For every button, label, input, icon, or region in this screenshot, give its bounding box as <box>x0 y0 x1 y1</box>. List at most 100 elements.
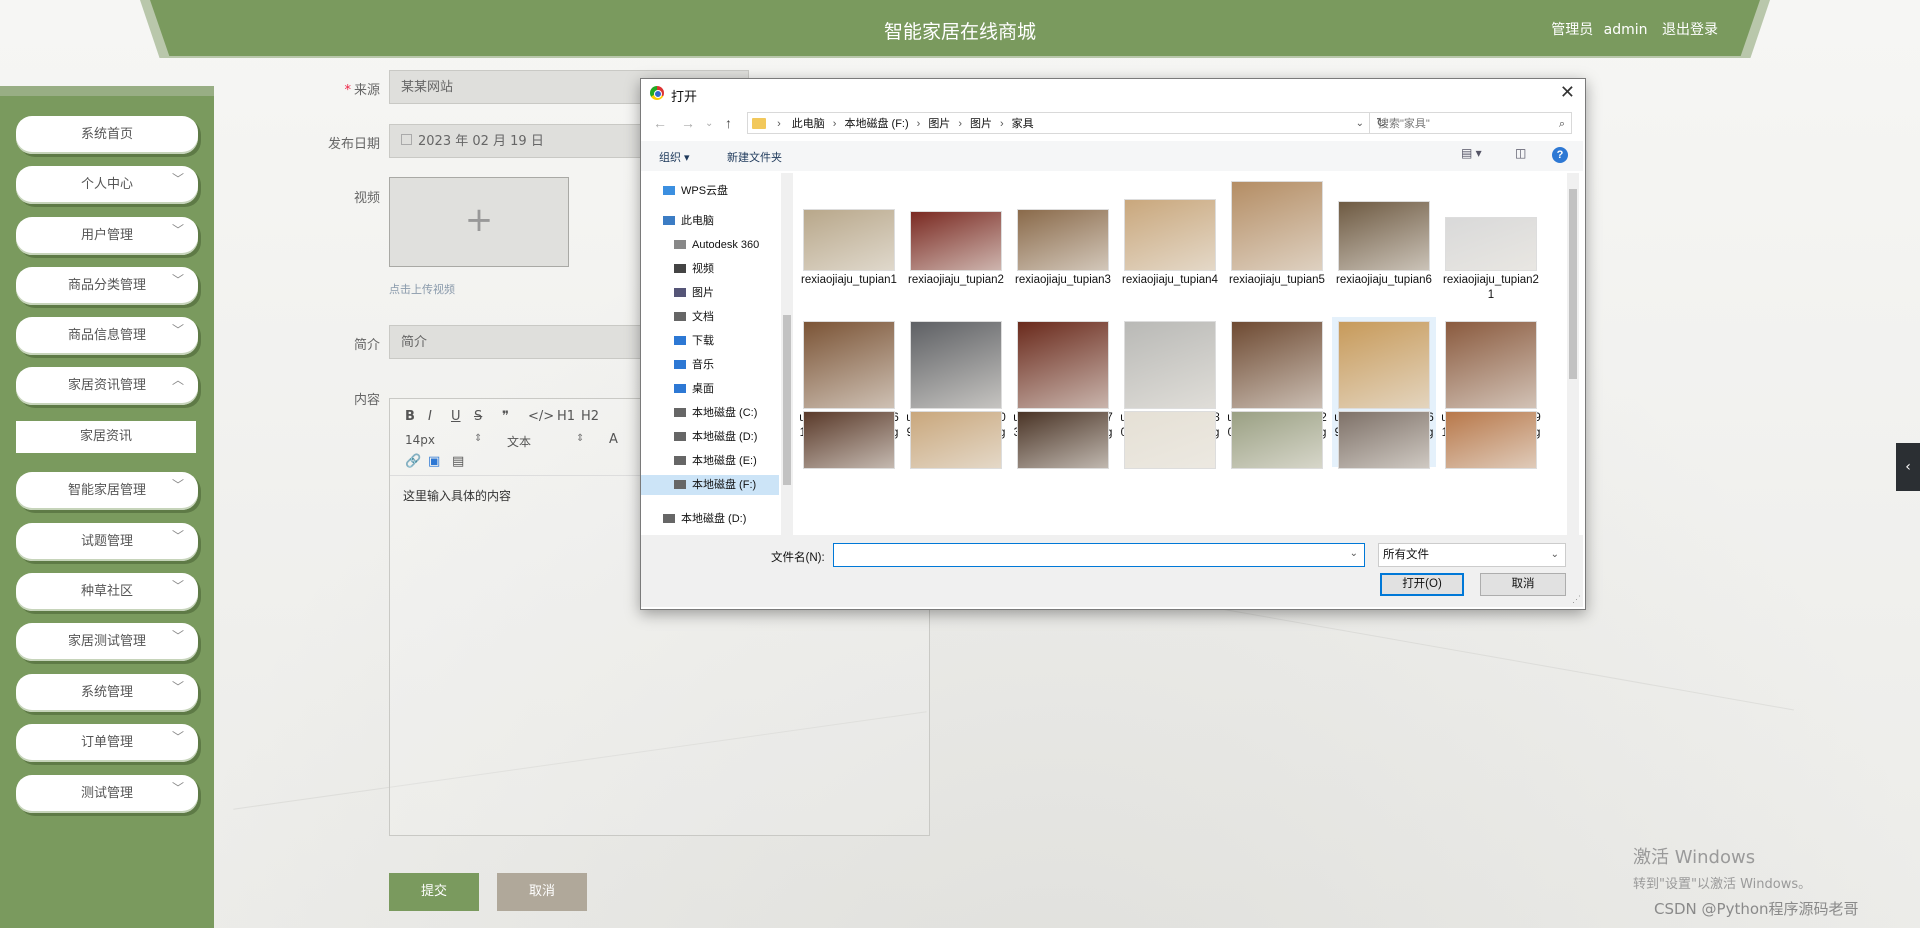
video-upload-box[interactable]: + <box>389 177 569 267</box>
sidebar-item[interactable]: 系统首页 <box>16 116 198 154</box>
open-button[interactable]: 打开(O) <box>1380 573 1464 596</box>
nav-item[interactable]: 此电脑 <box>641 211 779 231</box>
heading2-icon[interactable]: H2 <box>581 409 599 424</box>
sidebar-item[interactable]: 测试管理 ﹀ <box>16 775 198 813</box>
file-item[interactable]: rexiaojiaju_tupian4 <box>1118 179 1222 311</box>
sidebar-item[interactable]: 订单管理 ﹀ <box>16 724 198 762</box>
breadcrumb-item[interactable]: 此电脑 <box>792 118 825 130</box>
file-item[interactable]: rexiaojiaju_tupian21 <box>1439 179 1543 311</box>
file-item[interactable] <box>1118 409 1222 469</box>
font-size-select[interactable]: 14px <box>405 433 435 447</box>
file-scrollbar[interactable] <box>1567 173 1579 535</box>
file-item[interactable] <box>1439 409 1543 469</box>
heading1-icon[interactable]: H1 <box>557 409 575 424</box>
font-color-icon[interactable]: A <box>609 432 618 447</box>
breadcrumb-separator[interactable]: › <box>833 118 837 130</box>
underline-icon[interactable]: U <box>451 409 461 424</box>
chevron-left-icon: ‹ <box>1905 459 1911 475</box>
close-icon[interactable]: ✕ <box>1560 82 1575 103</box>
collapse-panel-tab[interactable]: ‹ <box>1896 443 1920 491</box>
nav-item[interactable]: 本地磁盘 (F:) <box>641 475 779 495</box>
sidebar-item[interactable]: 用户管理 ﹀ <box>16 217 198 255</box>
sidebar-item[interactable]: 试题管理 ﹀ <box>16 523 198 561</box>
file-item[interactable] <box>1225 409 1329 469</box>
view-options-icon[interactable]: ▤ ▾ <box>1461 146 1482 160</box>
nav-item[interactable]: 桌面 <box>641 379 779 399</box>
breadcrumb-item[interactable]: 本地磁盘 (F:) <box>844 118 908 130</box>
nav-item[interactable]: 本地磁盘 (C:) <box>641 403 779 423</box>
file-name: rexiaojiaju_tupian21 <box>1443 274 1539 301</box>
file-scrollbar-thumb[interactable] <box>1569 189 1577 379</box>
nav-item[interactable]: 图片 <box>641 283 779 303</box>
nav-item[interactable]: Autodesk 360 <box>641 235 779 255</box>
breadcrumb-separator[interactable]: › <box>1000 118 1004 130</box>
filename-input[interactable]: ⌄ <box>833 543 1365 567</box>
submit-button[interactable]: 提交 <box>389 873 479 911</box>
cancel-button[interactable]: 取消 <box>497 873 587 911</box>
nav-item[interactable]: 视频 <box>641 259 779 279</box>
font-type-arrows[interactable]: ⇕ <box>576 433 584 444</box>
search-input[interactable]: 搜索"家具" ⌕ <box>1369 112 1572 134</box>
nav-item[interactable]: 本地磁盘 (D:) <box>641 427 779 447</box>
strikethrough-icon[interactable]: S <box>474 409 482 424</box>
bold-icon[interactable]: B <box>405 409 415 424</box>
file-item[interactable]: rexiaojiaju_tupian5 <box>1225 179 1329 311</box>
sidebar-top-border <box>0 86 214 96</box>
file-item[interactable] <box>1332 409 1436 469</box>
breadcrumb-item[interactable]: 图片 <box>970 118 992 130</box>
sidebar-item[interactable]: 系统管理 ﹀ <box>16 674 198 712</box>
sidebar-item[interactable]: 家居资讯 <box>16 421 196 453</box>
nav-item[interactable]: WPS云盘 <box>641 181 779 201</box>
italic-icon[interactable]: I <box>428 409 432 424</box>
sidebar-item[interactable]: 家居资讯管理 ︿ <box>16 367 198 405</box>
sidebar-item[interactable]: 商品分类管理 ﹀ <box>16 267 198 305</box>
back-arrow-icon[interactable]: ← <box>653 115 667 131</box>
preview-pane-icon[interactable]: ◫ <box>1515 146 1526 160</box>
font-size-arrows[interactable]: ⇕ <box>474 433 482 444</box>
file-item[interactable] <box>1011 409 1115 469</box>
up-arrow-icon[interactable]: ↑ <box>725 115 732 131</box>
font-type-select[interactable]: 文本 <box>507 433 531 450</box>
nav-item[interactable]: 本地磁盘 (D:) <box>641 509 779 529</box>
file-item[interactable]: rexiaojiaju_tupian2 <box>904 179 1008 311</box>
code-icon[interactable]: </> <box>528 409 554 424</box>
nav-item[interactable]: 音乐 <box>641 355 779 375</box>
file-item[interactable] <box>797 409 901 469</box>
address-bar[interactable]: › 此电脑 › 本地磁盘 (F:) › 图片 › 图片 › 家具 ⌄ <box>747 112 1370 134</box>
breadcrumb-item[interactable]: 图片 <box>928 118 950 130</box>
editor-content[interactable]: 这里输入具体的内容 <box>403 487 511 504</box>
new-folder-button[interactable]: 新建文件夹 <box>727 149 782 165</box>
nav-scrollbar-thumb[interactable] <box>783 315 791 485</box>
sidebar-item[interactable]: 个人中心 ﹀ <box>16 166 198 204</box>
sidebar-item[interactable]: 家居测试管理 ﹀ <box>16 623 198 661</box>
sidebar-item[interactable]: 智能家居管理 ﹀ <box>16 472 198 510</box>
logout-link[interactable]: 退出登录 <box>1662 22 1718 38</box>
sidebar-item-label: 测试管理 <box>80 786 133 801</box>
nav-item[interactable]: 下载 <box>641 331 779 351</box>
nav-item[interactable]: 本地磁盘 (E:) <box>641 451 779 471</box>
nav-scrollbar[interactable] <box>781 173 793 535</box>
video-insert-icon[interactable]: ▤ <box>452 454 464 469</box>
resize-grip-icon[interactable]: ⋰ <box>1572 594 1581 605</box>
file-item[interactable]: rexiaojiaju_tupian1 <box>797 179 901 311</box>
nav-item[interactable]: 文档 <box>641 307 779 327</box>
forward-arrow-icon[interactable]: → <box>681 115 695 131</box>
recent-dropdown-icon[interactable]: ⌄ <box>705 118 713 129</box>
quote-icon[interactable]: ❞ <box>502 409 509 424</box>
breadcrumb-item[interactable]: 家具 <box>1012 118 1034 130</box>
breadcrumb-separator[interactable]: › <box>917 118 921 130</box>
organize-menu[interactable]: 组织 ▾ <box>659 149 690 165</box>
chevron-down-icon[interactable]: ⌄ <box>1350 548 1358 559</box>
link-icon[interactable]: 🔗 <box>405 454 421 469</box>
help-icon[interactable]: ? <box>1552 147 1568 163</box>
dialog-cancel-button[interactable]: 取消 <box>1480 573 1566 596</box>
file-item[interactable]: rexiaojiaju_tupian6 <box>1332 179 1436 311</box>
sidebar-item[interactable]: 商品信息管理 ﹀ <box>16 317 198 355</box>
file-item[interactable] <box>904 409 1008 469</box>
address-dropdown-icon[interactable]: ⌄ <box>1356 113 1364 135</box>
image-icon[interactable]: ▣ <box>428 454 440 469</box>
filetype-select[interactable]: 所有文件 ⌄ <box>1378 543 1566 567</box>
breadcrumb-separator[interactable]: › <box>958 118 962 130</box>
file-item[interactable]: rexiaojiaju_tupian3 <box>1011 179 1115 311</box>
sidebar-item[interactable]: 种草社区 ﹀ <box>16 573 198 611</box>
